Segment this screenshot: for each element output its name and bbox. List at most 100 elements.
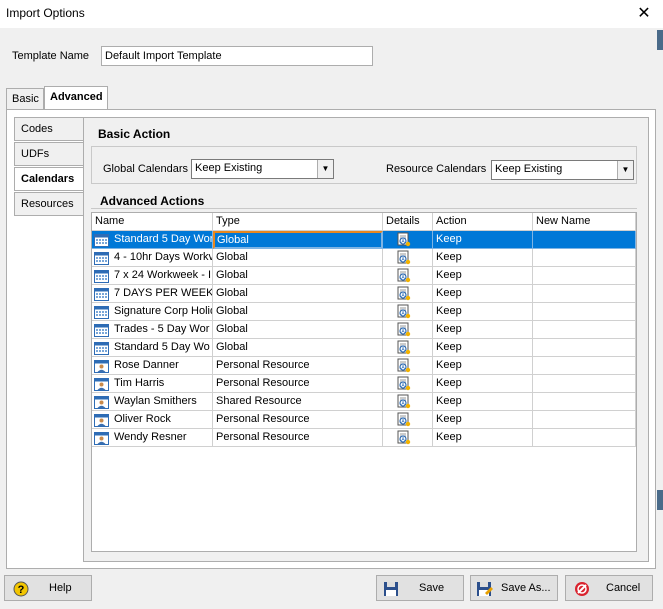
cell-action[interactable]: Keep [433, 267, 533, 285]
cell-new-name[interactable] [533, 357, 636, 375]
cell-details[interactable]: A [383, 393, 433, 411]
cell-name[interactable]: 7 DAYS PER WEEK ' [92, 285, 213, 303]
cell-action[interactable]: Keep [433, 285, 533, 303]
column-header-action[interactable]: Action [433, 213, 533, 231]
cell-details[interactable]: A [383, 285, 433, 303]
cell-details[interactable]: A [383, 303, 433, 321]
cell-type[interactable]: Personal Resource [213, 375, 383, 393]
cell-type[interactable]: Shared Resource [213, 393, 383, 411]
tab-basic[interactable]: Basic [6, 88, 44, 110]
template-name-field[interactable] [101, 46, 373, 66]
cell-new-name[interactable] [533, 303, 636, 321]
cell-action[interactable]: Keep [433, 375, 533, 393]
cell-name[interactable]: Standard 5 Day Wo [92, 339, 213, 357]
column-header-details[interactable]: Details [383, 213, 433, 231]
cell-action[interactable]: Keep [433, 321, 533, 339]
cell-name[interactable]: 7 x 24 Workweek - I [92, 267, 213, 285]
table-row[interactable]: Signature Corp Holid Global A Keep [92, 303, 636, 321]
cell-type[interactable]: Personal Resource [213, 429, 383, 447]
table-row[interactable]: Tim Harris Personal Resource A Keep [92, 375, 636, 393]
resource-calendars-select[interactable]: Keep Existing ▼ [491, 160, 634, 180]
cell-new-name[interactable] [533, 429, 636, 447]
cell-details[interactable]: A [383, 231, 433, 249]
table-row[interactable]: Rose Danner Personal Resource A Keep [92, 357, 636, 375]
side-tab-resources[interactable]: Resources [14, 192, 84, 216]
help-button[interactable]: ? Help [4, 575, 92, 601]
cell-type[interactable]: Personal Resource [213, 357, 383, 375]
global-calendars-select[interactable]: Keep Existing ▼ [191, 159, 334, 179]
cell-type[interactable]: Personal Resource [213, 411, 383, 429]
side-tab-calendars[interactable]: Calendars [14, 167, 84, 191]
details-icon[interactable]: A [397, 304, 411, 319]
cell-action[interactable]: Keep [433, 231, 533, 249]
details-icon[interactable]: A [397, 358, 411, 373]
save-button[interactable]: Save [376, 575, 464, 601]
cell-details[interactable]: A [383, 375, 433, 393]
details-icon[interactable]: A [397, 412, 411, 427]
table-row[interactable]: Waylan Smithers Shared Resource A Keep [92, 393, 636, 411]
details-icon[interactable]: A [397, 250, 411, 265]
cell-details[interactable]: A [383, 321, 433, 339]
cell-action[interactable]: Keep [433, 303, 533, 321]
cell-details[interactable]: A [383, 357, 433, 375]
cell-details[interactable]: A [383, 267, 433, 285]
cell-type[interactable]: Global [213, 321, 383, 339]
cell-type[interactable]: Global [213, 249, 383, 267]
cell-name[interactable]: Tim Harris [92, 375, 213, 393]
details-icon[interactable]: A [397, 322, 411, 337]
details-icon[interactable]: A [397, 286, 411, 301]
table-row[interactable]: Trades - 5 Day Wor Global A Keep [92, 321, 636, 339]
table-row[interactable]: Standard 5 Day Wor Global A Keep [92, 231, 636, 249]
cell-name[interactable]: Signature Corp Holid [92, 303, 213, 321]
cell-details[interactable]: A [383, 429, 433, 447]
cell-type[interactable]: Global [213, 285, 383, 303]
cell-action[interactable]: Keep [433, 411, 533, 429]
cell-action[interactable]: Keep [433, 357, 533, 375]
cell-name[interactable]: Rose Danner [92, 357, 213, 375]
details-icon[interactable]: A [397, 430, 411, 445]
cell-new-name[interactable] [533, 375, 636, 393]
column-header-name[interactable]: Name [92, 213, 213, 231]
table-row[interactable]: 7 DAYS PER WEEK ' Global A Keep [92, 285, 636, 303]
cell-name[interactable]: Wendy Resner [92, 429, 213, 447]
cell-type[interactable]: Global [213, 267, 383, 285]
table-row[interactable]: Oliver Rock Personal Resource A Keep [92, 411, 636, 429]
table-row[interactable]: 7 x 24 Workweek - I Global A Keep [92, 267, 636, 285]
tab-advanced[interactable]: Advanced [44, 86, 108, 110]
cell-new-name[interactable] [533, 231, 636, 249]
side-tab-codes[interactable]: Codes [14, 117, 84, 141]
close-icon[interactable]: ✕ [631, 2, 657, 26]
cell-new-name[interactable] [533, 267, 636, 285]
cell-new-name[interactable] [533, 285, 636, 303]
cell-action[interactable]: Keep [433, 429, 533, 447]
table-row[interactable]: Wendy Resner Personal Resource A Keep [92, 429, 636, 447]
cell-type[interactable]: Global [213, 231, 383, 249]
cell-action[interactable]: Keep [433, 249, 533, 267]
table-row[interactable]: 4 - 10hr Days Workv Global A Keep [92, 249, 636, 267]
details-icon[interactable]: A [397, 268, 411, 283]
cell-new-name[interactable] [533, 411, 636, 429]
cell-type[interactable]: Global [213, 339, 383, 357]
cell-details[interactable]: A [383, 339, 433, 357]
save-as-button[interactable]: Save As... [470, 575, 558, 601]
cell-name[interactable]: Waylan Smithers [92, 393, 213, 411]
column-header-type[interactable]: Type [213, 213, 383, 231]
cell-new-name[interactable] [533, 321, 636, 339]
details-icon[interactable]: A [397, 340, 411, 355]
cell-name[interactable]: Standard 5 Day Wor [92, 231, 213, 249]
column-header-new-name[interactable]: New Name [533, 213, 636, 231]
side-tab-udfs[interactable]: UDFs [14, 142, 84, 166]
cell-new-name[interactable] [533, 249, 636, 267]
table-row[interactable]: Standard 5 Day Wo Global A Keep [92, 339, 636, 357]
cell-details[interactable]: A [383, 249, 433, 267]
cancel-button[interactable]: Cancel [565, 575, 653, 601]
cell-details[interactable]: A [383, 411, 433, 429]
cell-action[interactable]: Keep [433, 393, 533, 411]
cell-type[interactable]: Global [213, 303, 383, 321]
cell-action[interactable]: Keep [433, 339, 533, 357]
cell-name[interactable]: Oliver Rock [92, 411, 213, 429]
cell-new-name[interactable] [533, 339, 636, 357]
details-icon[interactable]: A [397, 394, 411, 409]
cell-new-name[interactable] [533, 393, 636, 411]
cell-name[interactable]: Trades - 5 Day Wor [92, 321, 213, 339]
